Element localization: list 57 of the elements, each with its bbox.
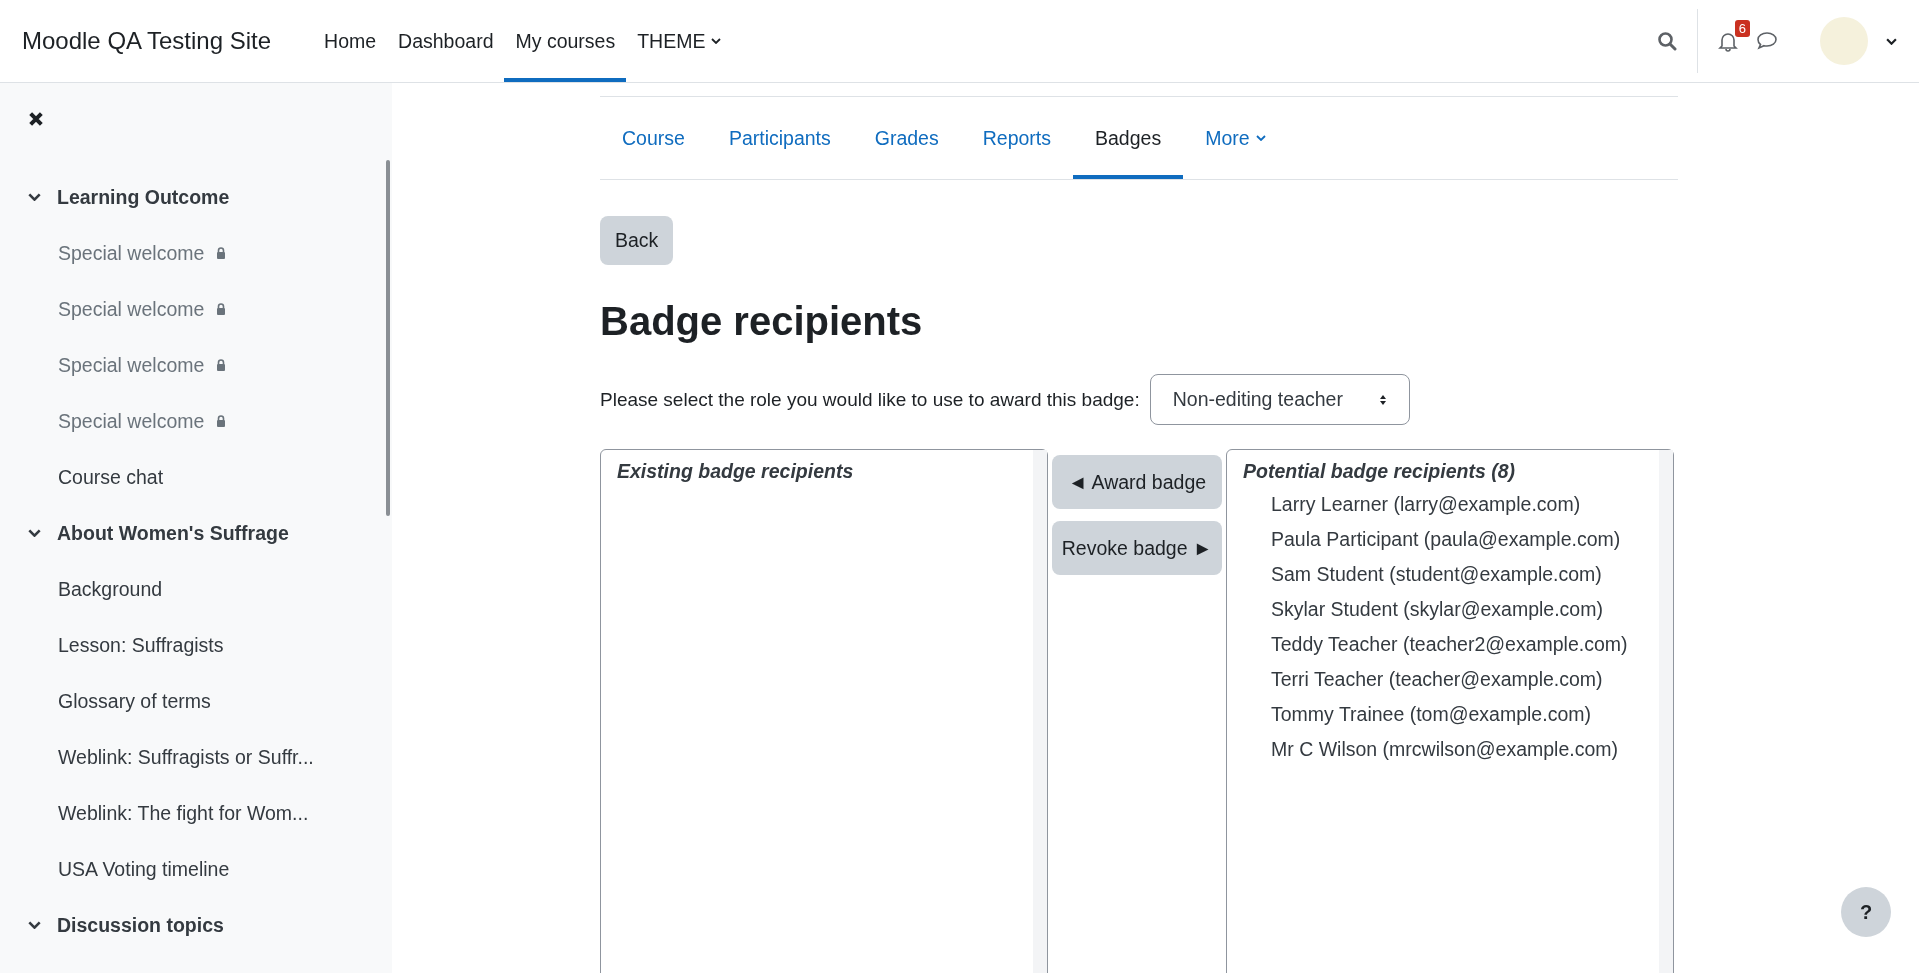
- caret-icon[interactable]: [1886, 37, 1897, 45]
- list-heading: Potential badge recipients (8): [1243, 460, 1516, 483]
- recipient-option[interactable]: Skylar Student (skylar@example.com): [1243, 592, 1643, 627]
- recipient-option[interactable]: Teddy Teacher (teacher2@example.com): [1243, 627, 1643, 662]
- existing-recipients-list[interactable]: Existing badge recipients: [600, 449, 1048, 973]
- revoke-badge-button[interactable]: Revoke badge ►: [1052, 521, 1222, 575]
- scrollbar-thumb[interactable]: [386, 160, 390, 516]
- section-title[interactable]: Learning Outcome: [57, 185, 230, 209]
- activity-link[interactable]: Special welcome: [58, 409, 205, 433]
- course-tab[interactable]: Grades: [852, 97, 961, 179]
- scrollbar-track[interactable]: [1659, 450, 1673, 973]
- role-prompt: Please select the role you would like to use to award this badge:: [600, 388, 1140, 411]
- activity-link[interactable]: Special welcome: [58, 353, 205, 377]
- site-name[interactable]: Moodle QA Testing Site: [22, 27, 272, 55]
- recipient-option[interactable]: Tommy Trainee (tom@example.com): [1243, 697, 1643, 732]
- back-button[interactable]: Back: [600, 216, 674, 265]
- activity-link[interactable]: Special welcome: [58, 241, 205, 265]
- award-badge-button[interactable]: ◄ Award badge: [1052, 455, 1222, 509]
- activity-link[interactable]: Weblink: The fight for Wom...: [58, 801, 309, 825]
- activity-link[interactable]: Special welcome: [58, 297, 205, 321]
- chevron-icon[interactable]: [28, 193, 41, 201]
- chevron-icon[interactable]: [28, 529, 41, 537]
- close-icon[interactable]: [28, 111, 44, 127]
- nav-link[interactable]: THEME: [626, 0, 733, 82]
- course-tab[interactable]: Reports: [960, 97, 1073, 179]
- notification-count: 6: [1734, 20, 1750, 37]
- course-tab[interactable]: More: [1183, 97, 1288, 179]
- recipient-option[interactable]: Terri Teacher (teacher@example.com): [1243, 662, 1643, 697]
- potential-recipients-list[interactable]: [1226, 449, 1674, 973]
- activity-link[interactable]: Course chat: [58, 465, 164, 489]
- recipient-option[interactable]: Paula Participant (paula@example.com): [1243, 522, 1643, 557]
- activity-link[interactable]: Background: [58, 577, 163, 601]
- search-icon[interactable]: [1657, 31, 1677, 51]
- bell-icon[interactable]: [1718, 30, 1738, 52]
- section-title[interactable]: Discussion topics: [57, 913, 224, 937]
- activity-link[interactable]: USA Voting timeline: [58, 857, 230, 881]
- page-title: Badge recipients: [600, 299, 924, 344]
- recipient-option[interactable]: Sam Student (student@example.com): [1243, 557, 1643, 592]
- course-tab[interactable]: Badges: [1073, 97, 1184, 179]
- recipient-option[interactable]: Mr C Wilson (mrcwilson@example.com): [1243, 732, 1643, 767]
- role-select[interactable]: Non-editing teacher: [1149, 374, 1410, 425]
- nav-link[interactable]: Dashboard: [387, 0, 505, 82]
- chat-bubble-icon[interactable]: [1756, 31, 1778, 51]
- course-tab[interactable]: Course: [600, 97, 707, 179]
- section-title[interactable]: About Women's Suffrage: [57, 521, 289, 545]
- activity-link[interactable]: Lesson: Suffragists: [58, 633, 224, 657]
- activity-link[interactable]: Weblink: Suffragists or Suffr...: [58, 745, 314, 769]
- recipient-option[interactable]: Larry Learner (larry@example.com): [1243, 487, 1643, 522]
- list-heading: Existing badge recipients: [617, 460, 855, 483]
- nav-link[interactable]: Home: [313, 0, 388, 82]
- scrollbar-track[interactable]: [1033, 450, 1047, 973]
- help-button[interactable]: ?: [1841, 887, 1891, 937]
- activity-link[interactable]: Glossary of terms: [58, 689, 211, 713]
- course-tab[interactable]: Participants: [706, 97, 853, 179]
- sort-arrows-icon: [1378, 393, 1387, 406]
- chevron-icon[interactable]: [28, 921, 41, 929]
- nav-link[interactable]: My courses: [504, 0, 627, 82]
